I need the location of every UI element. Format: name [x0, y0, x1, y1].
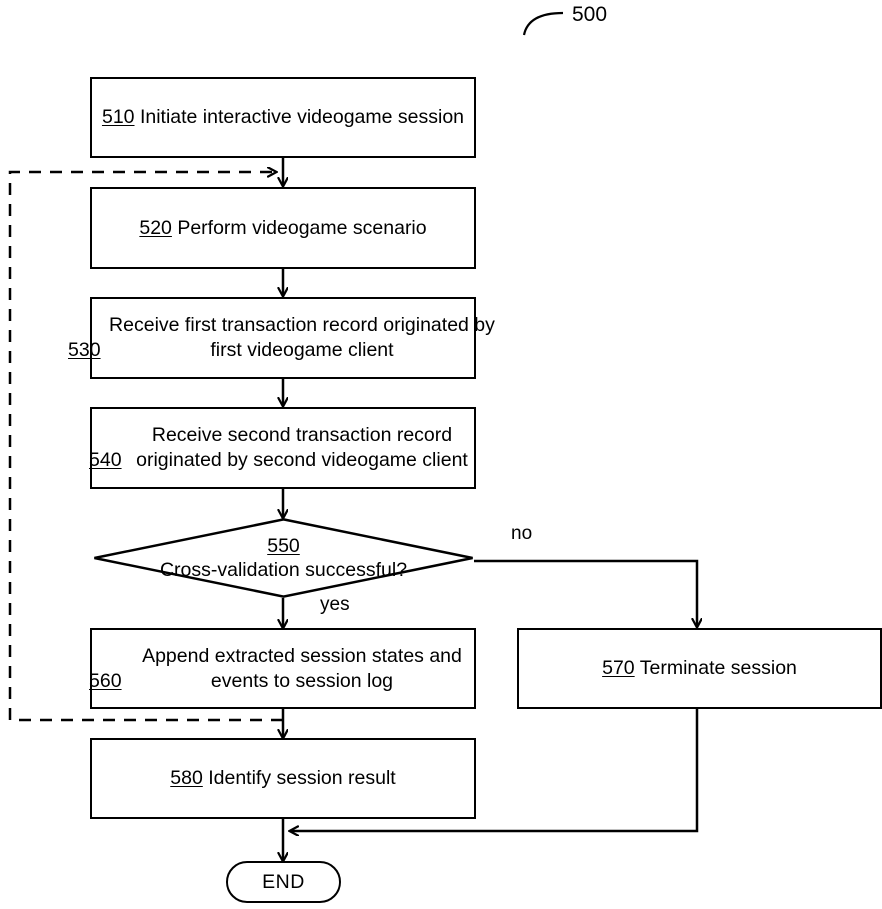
ref-number-570: 570 — [602, 657, 635, 679]
process-box-560-label: Append extracted session states and even… — [142, 644, 462, 692]
ref-number-520: 520 — [139, 216, 172, 239]
edge-label-no: no — [511, 523, 533, 544]
ref-number-560: 560 — [89, 669, 122, 692]
process-box-530-text: 530 530 Receive first transaction record… — [68, 313, 498, 363]
process-box-570-text: 570 Terminate session — [602, 656, 797, 681]
process-box-540[interactable]: 540 Receive second transaction record or… — [89, 407, 477, 489]
ref-number-540: 540 — [89, 449, 122, 471]
decision-diamond-550-label: Cross-validation successful? — [159, 559, 408, 581]
ref-number-550: 550 — [267, 535, 300, 557]
patent-flowchart-figure: 500 510 Initiate interactive videogame s… — [0, 0, 882, 909]
process-box-540-label: Receive second transaction record origin… — [136, 424, 468, 471]
process-box-530[interactable]: 530 530 Receive first transaction record… — [68, 297, 495, 379]
process-box-530-label: Receive first transaction record origina… — [109, 314, 495, 361]
process-box-560[interactable]: 560 Append extracted session states and … — [89, 628, 477, 709]
process-box-580[interactable]: 580 Identify session result — [90, 738, 476, 819]
process-box-510-text: 510 Initiate interactive videogame sessi… — [102, 105, 464, 130]
ref-number-580: 580 — [170, 767, 203, 789]
end-terminator-label: END — [262, 870, 305, 893]
end-terminator[interactable]: END — [226, 861, 341, 903]
ref-number-530: 530 — [68, 339, 101, 361]
process-box-570-label: Terminate session — [639, 657, 797, 679]
process-box-540-text: 540 Receive second transaction record or… — [89, 423, 477, 473]
figure-number-label: 500 — [572, 3, 608, 26]
edge-label-yes: yes — [320, 594, 350, 615]
figure-leader-line — [522, 11, 564, 36]
decision-diamond-550-text: 550 Cross-validation successful? — [160, 534, 407, 582]
process-box-580-label: Identify session result — [208, 767, 396, 789]
decision-diamond-550[interactable]: 550 Cross-validation successful? — [93, 518, 474, 598]
ref-number-510: 510 — [101, 106, 135, 128]
process-box-510[interactable]: 510 Initiate interactive videogame sessi… — [90, 77, 476, 158]
process-box-580-text: 580 Identify session result — [170, 766, 395, 791]
process-box-570[interactable]: 570 Terminate session — [517, 628, 882, 709]
connector-550-no-570 — [474, 559, 697, 627]
process-box-520[interactable]: 520 Perform videogame scenario — [90, 187, 476, 269]
process-box-520-label: Perform videogame scenario — [177, 216, 427, 239]
process-box-510-label: Initiate interactive videogame session — [139, 106, 465, 128]
process-box-520-text: 520 Perform videogame scenario — [139, 216, 426, 241]
process-box-560-text: 560 Append extracted session states and … — [89, 644, 477, 694]
